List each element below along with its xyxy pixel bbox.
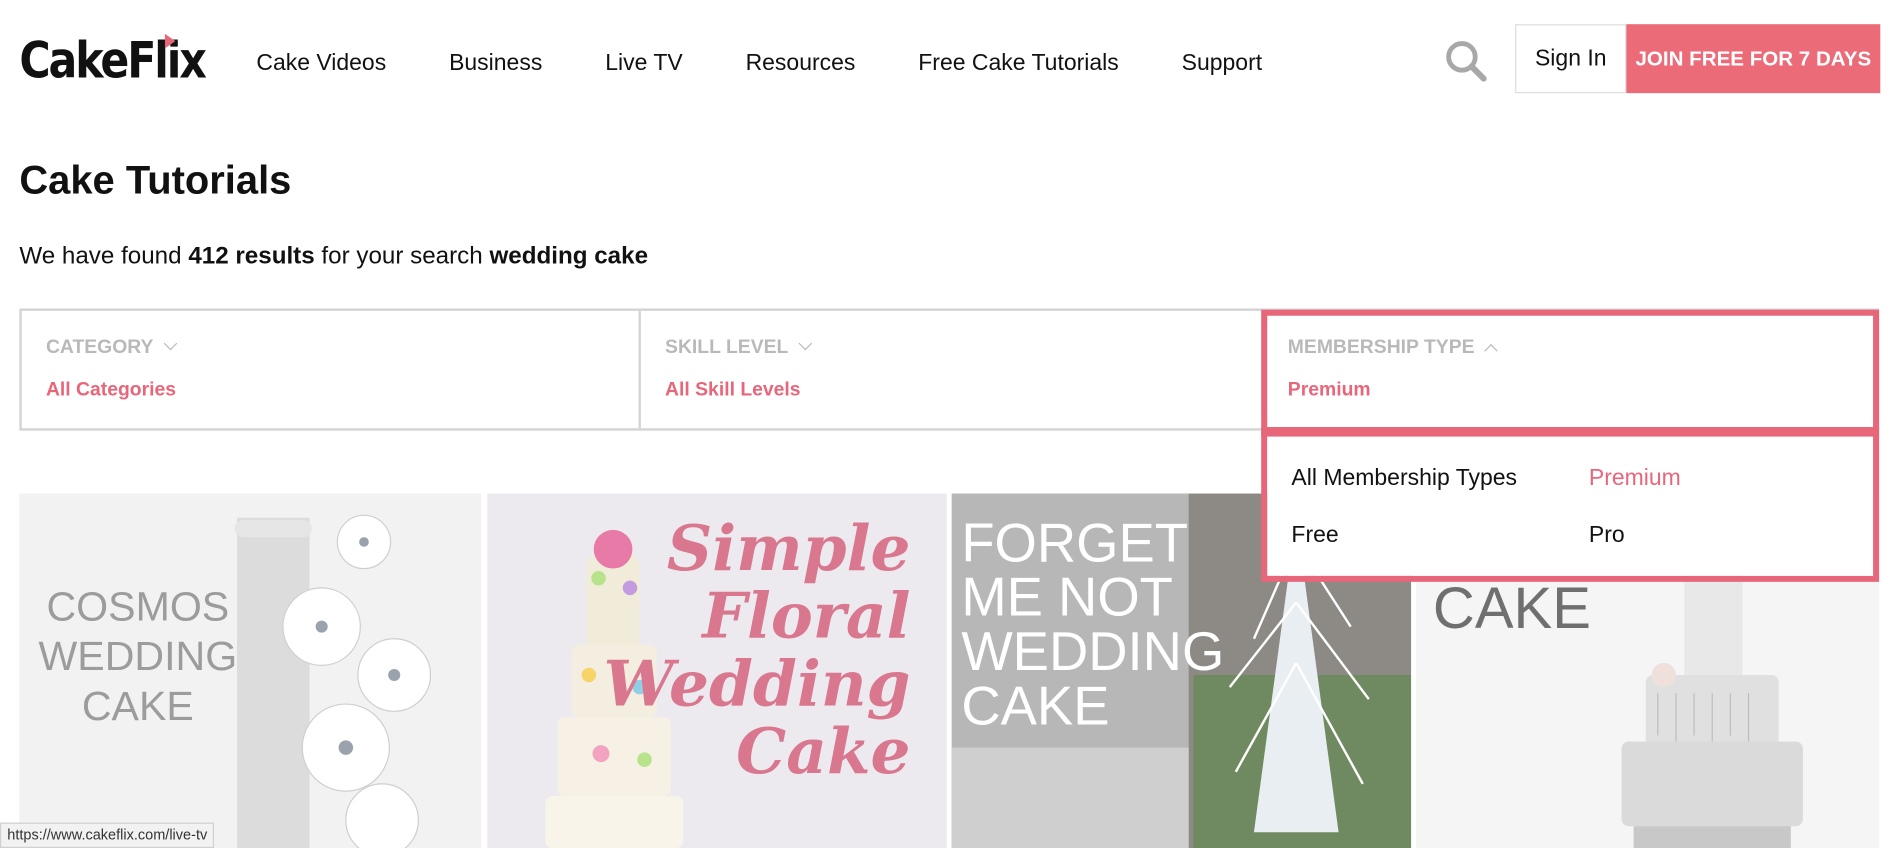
thumbnail-title: COSMOS WEDDING CAKE	[38, 584, 238, 729]
search-query: wedding cake	[489, 243, 649, 270]
thumbnail-title: FORGET ME NOT WEDDING CAKE	[961, 511, 1225, 737]
nav-free-cake-tutorials[interactable]: Free Cake Tutorials	[918, 51, 1118, 78]
tutorial-card[interactable]: Simple Floral Wedding Cake	[487, 493, 947, 848]
tutorial-card[interactable]: COSMOS WEDDING CAKE	[19, 493, 482, 848]
results-count: 412 results	[188, 243, 315, 270]
option-premium[interactable]: Premium	[1589, 466, 1681, 493]
skill-level-filter[interactable]: SKILL LEVEL All Skill Levels	[641, 311, 1260, 428]
results-summary: We have found 412 results for your searc…	[19, 243, 649, 270]
nav-live-tv[interactable]: Live TV	[605, 51, 682, 78]
nav-business[interactable]: Business	[449, 51, 542, 78]
nav-cake-videos[interactable]: Cake Videos	[256, 51, 386, 78]
nav-support[interactable]: Support	[1182, 51, 1262, 78]
cakeflix-logo[interactable]: CakeFlix	[19, 31, 206, 89]
chevron-down-icon	[798, 336, 813, 351]
status-url-tooltip: https://www.cakeflix.com/live-tv	[0, 822, 215, 848]
category-filter[interactable]: CATEGORY All Categories	[22, 310, 641, 429]
play-icon	[164, 33, 176, 49]
thumbnail-title: CAKE	[1432, 577, 1591, 642]
chevron-down-icon	[163, 336, 178, 351]
option-free[interactable]: Free	[1291, 523, 1338, 550]
thumbnail-title: Simple Floral Wedding Cake	[603, 511, 911, 790]
membership-highlight-divider	[1261, 427, 1880, 437]
option-all-membership-types[interactable]: All Membership Types	[1291, 466, 1517, 493]
option-pro[interactable]: Pro	[1589, 523, 1625, 550]
join-free-button[interactable]: JOIN FREE FOR 7 DAYS	[1626, 24, 1881, 94]
page-title: Cake Tutorials	[19, 157, 292, 203]
search-icon[interactable]	[1441, 36, 1489, 84]
membership-type-dropdown: All Membership Types Premium Free Pro	[1267, 436, 1874, 576]
sign-in-button[interactable]: Sign In	[1515, 24, 1627, 94]
main-nav: Cake Videos Business Live TV Resources F…	[256, 51, 1262, 78]
category-value: All Categories	[45, 379, 177, 401]
skill-level-value: All Skill Levels	[665, 379, 801, 401]
nav-resources[interactable]: Resources	[746, 51, 856, 78]
